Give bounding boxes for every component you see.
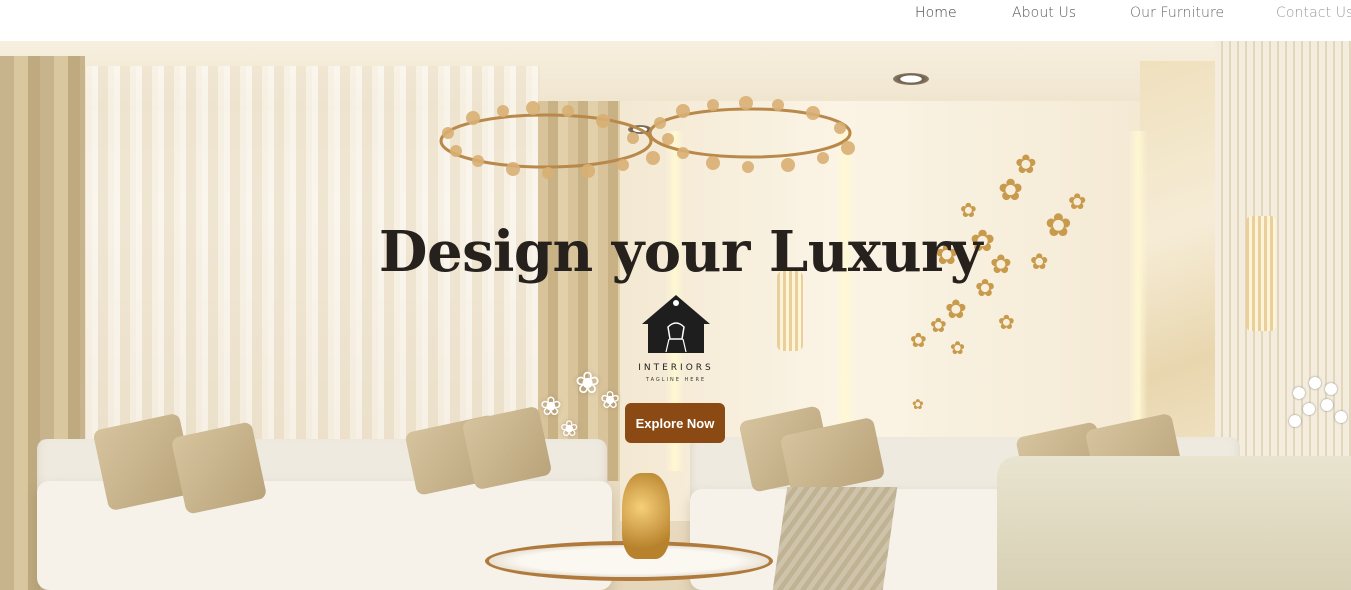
nav-link-contact-us[interactable]: Contact Us [1276, 5, 1351, 21]
rose [1325, 383, 1337, 395]
wall-flower-decor: ✿ [950, 338, 966, 358]
chandelier [439, 96, 855, 179]
lily-flower: ❀ [575, 367, 601, 400]
lily-flower: ❀ [540, 391, 562, 421]
lily-flower: ❀ [600, 387, 621, 414]
wall-flower-decor: ✿ [912, 396, 924, 412]
rose [1289, 415, 1301, 427]
wall-flower-decor: ✿ [998, 174, 1024, 207]
rose-bouquet [1283, 367, 1351, 447]
throw-blanket [772, 487, 898, 590]
interiors-logo: INTERIORS TAGLINE HERE [606, 294, 746, 386]
lily-flower: ❀ [560, 416, 579, 441]
cushion [170, 421, 268, 515]
rose [1309, 377, 1321, 389]
wall-flower-decor: ✿ [998, 312, 1015, 334]
logo-name: INTERIORS [638, 363, 714, 373]
wall-flower-decor: ✿ [910, 330, 927, 352]
nav-link-home[interactable]: Home [915, 5, 957, 21]
armchair [997, 456, 1351, 590]
wall-flower-decor: ✿ [960, 200, 977, 222]
top-nav-bar: Home About Us Our Furniture Contact Us [0, 0, 1351, 41]
hero-section: ✿ ✿ ✿ ✿ ✿ ✿ ✿ ✿ ✿ ✿ ✿ ✿ ✿ ✿ ✿ ✿ ❀ ❀ ❀ ❀ … [0, 41, 1351, 590]
ceiling-light [893, 73, 929, 85]
gold-vase [622, 473, 670, 559]
nav-link-about-us[interactable]: About Us [1012, 5, 1076, 21]
hero-title: Design your Luxury [378, 219, 983, 285]
rose [1303, 403, 1315, 415]
house-chair-icon [642, 295, 710, 353]
rose [1321, 399, 1333, 411]
wall-flower-decor: ✿ [945, 294, 967, 324]
nav-link-our-furniture[interactable]: Our Furniture [1130, 5, 1224, 21]
wall-flower-decor: ✿ [930, 315, 947, 337]
explore-now-button[interactable]: Explore Now [625, 403, 725, 443]
rose [1293, 387, 1305, 399]
logo-tagline: TAGLINE HERE [645, 377, 707, 383]
rose [1335, 411, 1347, 423]
wall-flower-decor: ✿ [1068, 189, 1087, 214]
